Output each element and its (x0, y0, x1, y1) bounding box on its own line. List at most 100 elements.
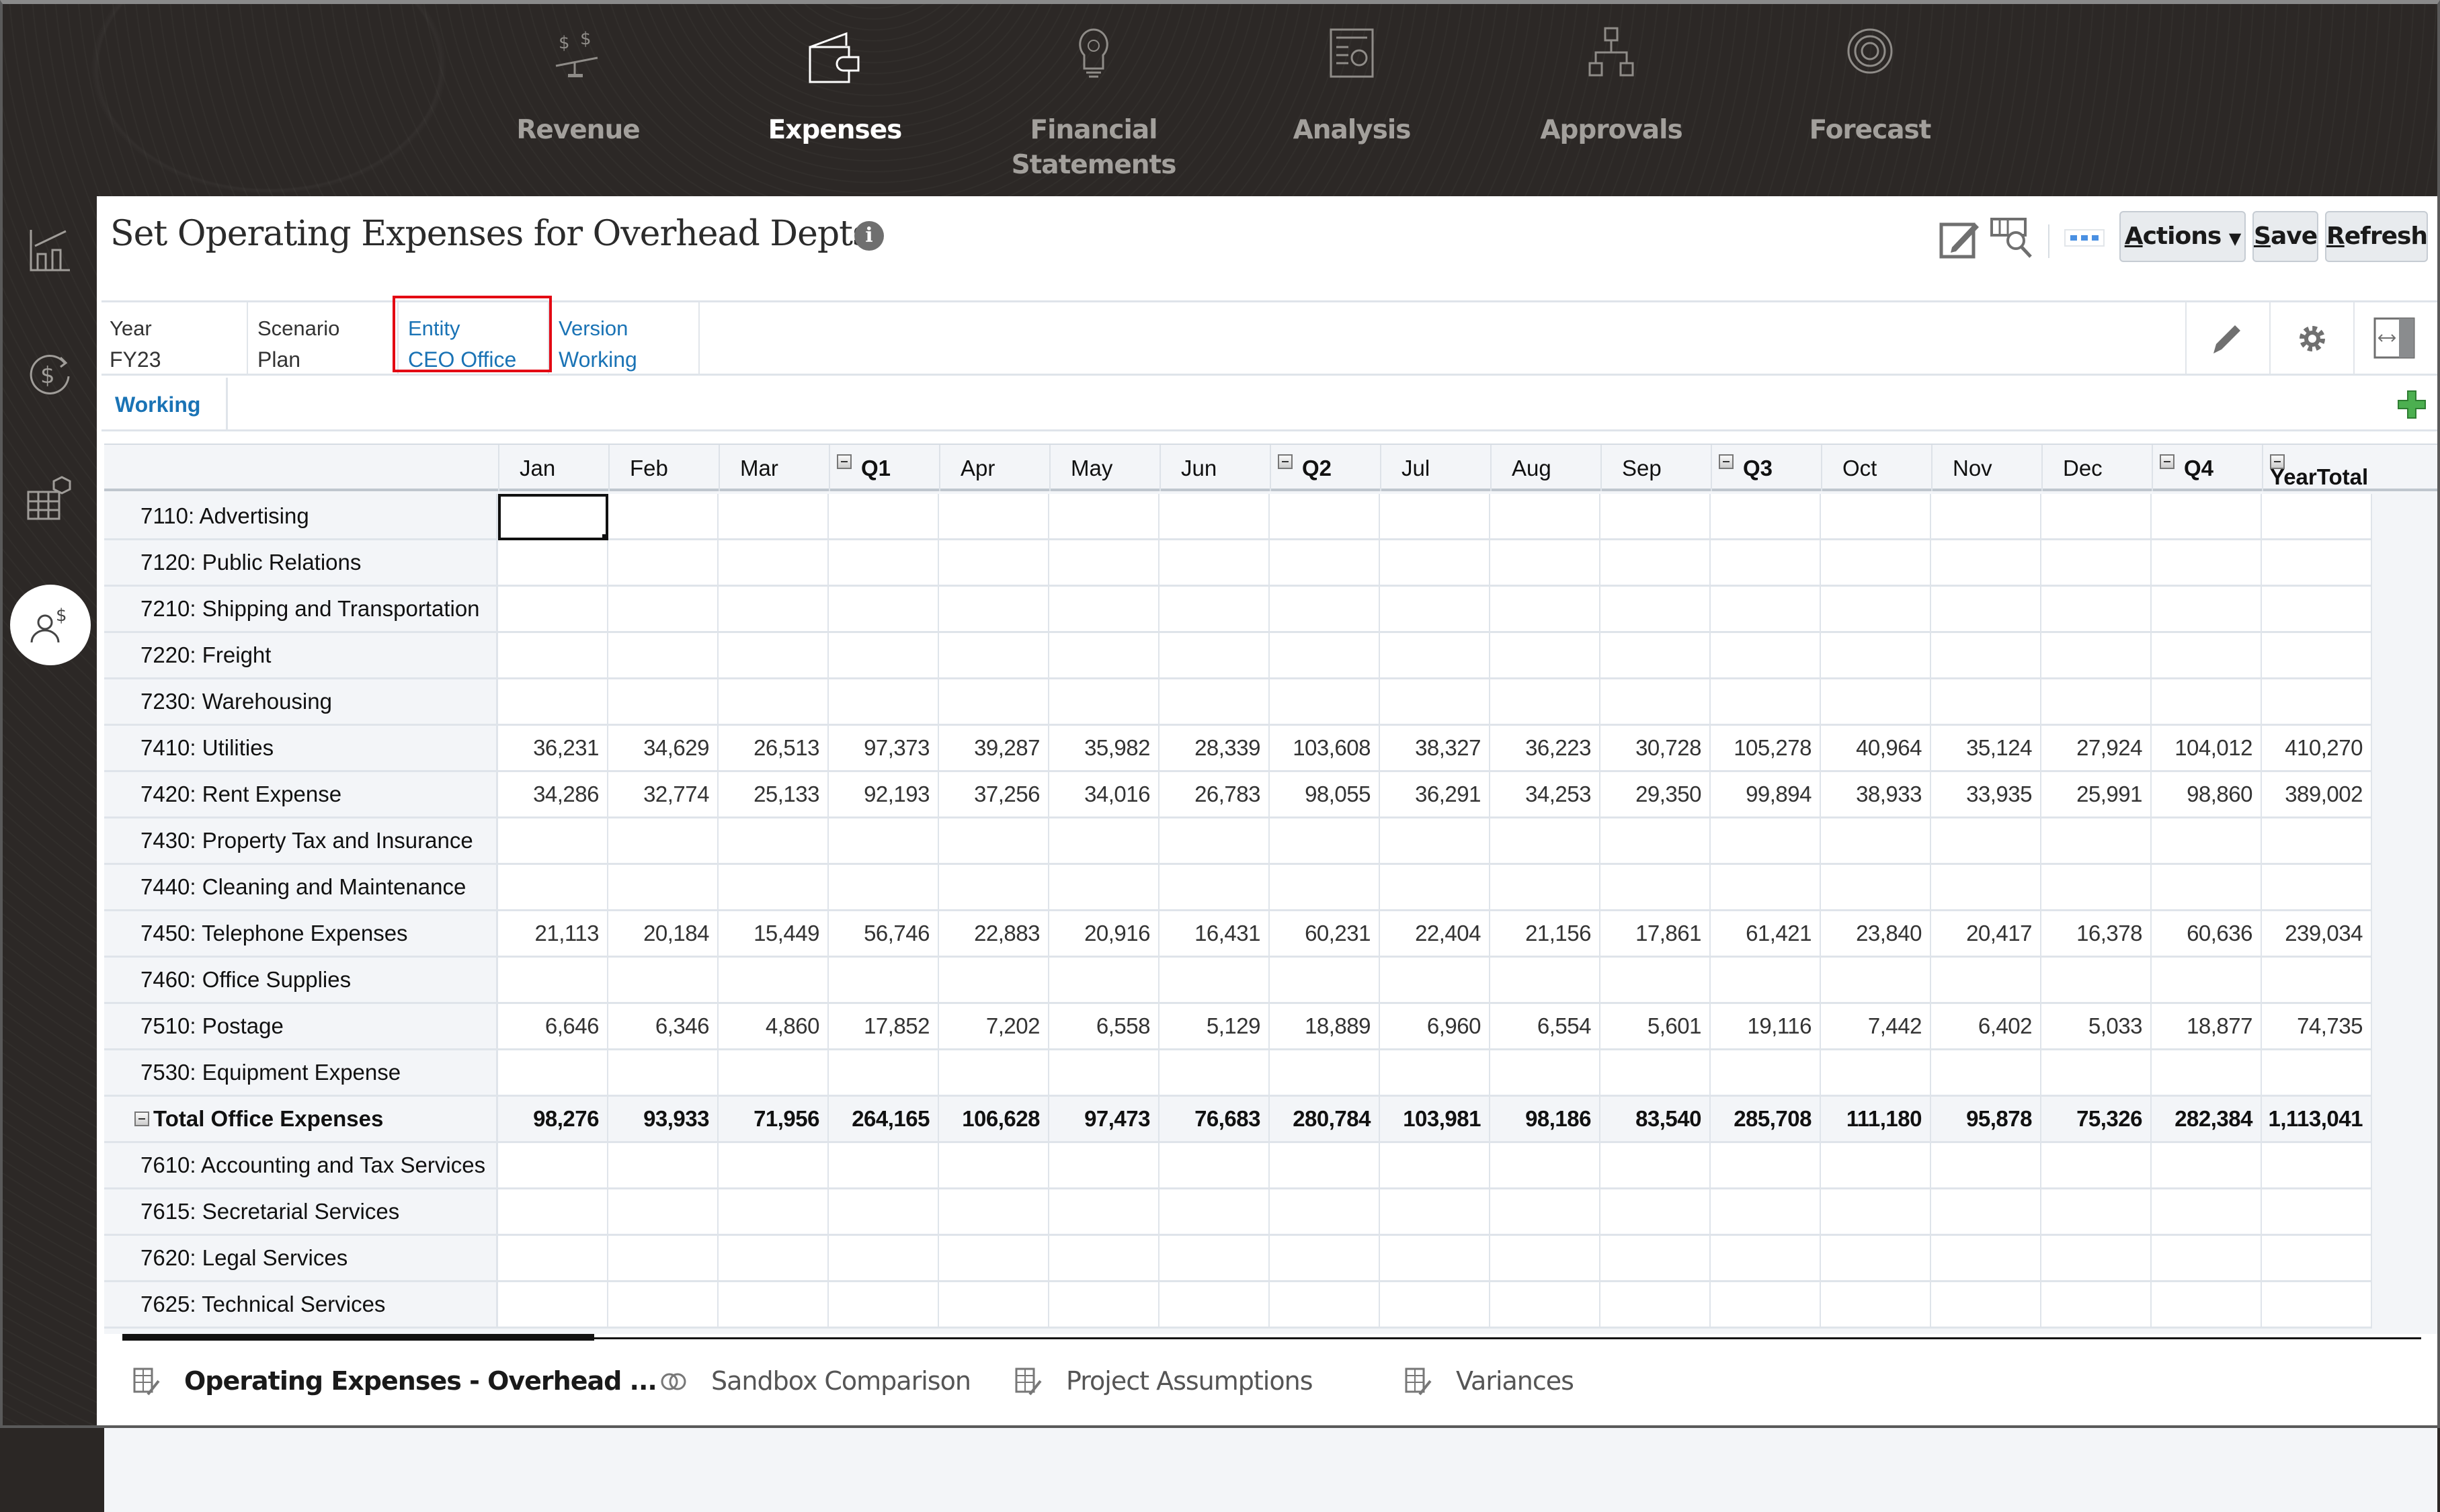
data-cell[interactable]: 35,982 (1049, 726, 1160, 772)
data-cell[interactable]: 74,735 (2262, 1004, 2372, 1050)
data-cell[interactable] (2152, 958, 2262, 1004)
data-cell[interactable] (1821, 1189, 1931, 1236)
data-cell[interactable] (2041, 1282, 2152, 1329)
data-cell[interactable]: 26,783 (1160, 772, 1270, 818)
data-cell[interactable] (939, 1282, 1049, 1329)
data-cell[interactable] (1490, 633, 1600, 679)
data-cell[interactable] (939, 633, 1049, 679)
data-cell[interactable] (498, 494, 608, 540)
data-cell[interactable] (1821, 679, 1931, 726)
data-cell[interactable] (498, 1143, 608, 1189)
data-cell[interactable] (829, 1282, 939, 1329)
data-cell[interactable] (829, 818, 939, 865)
data-cell[interactable] (2262, 1189, 2372, 1236)
data-cell[interactable] (498, 587, 608, 633)
data-cell[interactable]: 29,350 (1600, 772, 1711, 818)
data-cell[interactable] (608, 1236, 719, 1282)
data-cell[interactable] (1600, 587, 1711, 633)
data-cell[interactable]: 282,384 (2152, 1097, 2262, 1143)
data-cell[interactable] (1160, 865, 1270, 911)
row-header[interactable]: 7230: Warehousing (104, 679, 498, 726)
data-cell[interactable] (1380, 1050, 1490, 1097)
nav-item-revenue[interactable]: $ $ Revenue (464, 0, 692, 196)
data-cell[interactable] (1160, 540, 1270, 587)
data-cell[interactable] (2041, 865, 2152, 911)
data-cell[interactable] (2152, 494, 2262, 540)
row-header[interactable]: 7620: Legal Services (104, 1236, 498, 1282)
data-cell[interactable]: 34,286 (498, 772, 608, 818)
data-cell[interactable] (1049, 1236, 1160, 1282)
data-cell[interactable] (1160, 1236, 1270, 1282)
data-cell[interactable] (2041, 958, 2152, 1004)
data-cell[interactable] (1160, 1189, 1270, 1236)
data-cell[interactable] (1931, 494, 2041, 540)
row-header[interactable]: Total Office Expenses (104, 1097, 498, 1143)
data-cell[interactable]: 34,629 (608, 726, 719, 772)
data-cell[interactable] (1821, 1143, 1931, 1189)
data-cell[interactable]: 93,933 (608, 1097, 719, 1143)
row-header[interactable]: 7625: Technical Services (104, 1282, 498, 1329)
data-cell[interactable]: 18,889 (1270, 1004, 1380, 1050)
tab-variances[interactable]: Variances (1394, 1339, 1616, 1428)
data-cell[interactable] (1490, 818, 1600, 865)
data-cell[interactable] (1600, 540, 1711, 587)
tab-sandbox-comparison[interactable]: Sandbox Comparison (649, 1339, 985, 1428)
dollar-cycle-icon[interactable]: $ (23, 348, 77, 402)
data-cell[interactable] (608, 540, 719, 587)
grid-cube-icon[interactable] (23, 472, 77, 526)
data-cell[interactable]: 105,278 (1711, 726, 1821, 772)
data-cell[interactable] (1380, 494, 1490, 540)
data-cell[interactable] (1160, 958, 1270, 1004)
data-cell[interactable] (1270, 1189, 1380, 1236)
data-cell[interactable] (1600, 1282, 1711, 1329)
data-cell[interactable] (719, 958, 829, 1004)
data-cell[interactable] (1380, 958, 1490, 1004)
actions-button[interactable]: Actions ▼ (2119, 211, 2246, 262)
data-cell[interactable] (1931, 540, 2041, 587)
chart-trend-icon[interactable] (23, 223, 77, 277)
data-cell[interactable] (1380, 1282, 1490, 1329)
data-cell[interactable] (1931, 1143, 2041, 1189)
data-cell[interactable] (1711, 1189, 1821, 1236)
data-cell[interactable] (1931, 1282, 2041, 1329)
data-cell[interactable]: 106,628 (939, 1097, 1049, 1143)
settings-button[interactable] (2269, 302, 2353, 374)
data-cell[interactable] (1270, 540, 1380, 587)
data-cell[interactable] (1490, 540, 1600, 587)
data-cell[interactable] (498, 633, 608, 679)
data-cell[interactable] (1931, 1189, 2041, 1236)
data-cell[interactable] (1821, 540, 1931, 587)
data-cell[interactable]: 56,746 (829, 911, 939, 958)
data-cell[interactable] (608, 1189, 719, 1236)
data-cell[interactable] (1049, 633, 1160, 679)
data-cell[interactable] (2262, 865, 2372, 911)
data-cell[interactable] (1270, 587, 1380, 633)
data-cell[interactable] (2152, 865, 2262, 911)
data-cell[interactable] (2152, 633, 2262, 679)
data-cell[interactable] (829, 633, 939, 679)
data-cell[interactable] (719, 587, 829, 633)
data-cell[interactable]: 280,784 (1270, 1097, 1380, 1143)
nav-item-expenses[interactable]: Expenses (721, 0, 949, 196)
data-cell[interactable] (1711, 1050, 1821, 1097)
column-header-jan[interactable]: Jan (498, 445, 608, 491)
data-cell[interactable] (719, 1143, 829, 1189)
data-cell[interactable] (1931, 865, 2041, 911)
data-cell[interactable] (1049, 958, 1160, 1004)
info-icon[interactable]: i (854, 221, 884, 251)
more-options-icon[interactable] (2062, 215, 2109, 262)
data-cell[interactable] (1270, 494, 1380, 540)
data-cell[interactable] (1600, 818, 1711, 865)
data-cell[interactable] (939, 679, 1049, 726)
column-header-q3[interactable]: Q3 (1711, 445, 1821, 491)
data-cell[interactable] (2262, 587, 2372, 633)
data-cell[interactable]: 30,728 (1600, 726, 1711, 772)
data-cell[interactable]: 97,373 (829, 726, 939, 772)
data-cell[interactable] (1380, 865, 1490, 911)
data-cell[interactable] (498, 1189, 608, 1236)
tab-working[interactable]: Working (101, 378, 228, 431)
data-cell[interactable] (1600, 679, 1711, 726)
data-cell[interactable]: 264,165 (829, 1097, 939, 1143)
data-cell[interactable] (2152, 587, 2262, 633)
data-cell[interactable]: 22,404 (1380, 911, 1490, 958)
